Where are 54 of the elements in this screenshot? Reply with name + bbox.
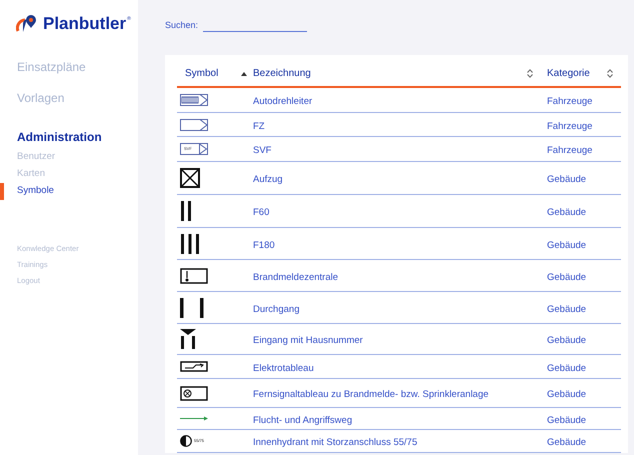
- table-cell: Eingang mit Hausnummer: [253, 335, 363, 346]
- table-cell: SVF: [253, 145, 272, 156]
- search-label: Suchen:: [165, 18, 198, 32]
- logo-icon: [16, 14, 38, 33]
- nav-subitem[interactable]: Benutzer: [4, 150, 56, 165]
- wall-icon: [180, 201, 192, 221]
- ladder-vehicle-icon: [180, 94, 208, 106]
- table-cell: Elektrotableau: [253, 362, 314, 374]
- table-cell: Gebäude: [547, 174, 586, 185]
- table-cell: Gebäude: [547, 272, 586, 282]
- arrow-icon: [180, 416, 208, 421]
- table-cell: Gebäude: [547, 240, 586, 250]
- sort-ascending-icon[interactable]: [241, 72, 247, 76]
- wall-icon: [180, 234, 200, 254]
- sort-icon[interactable]: [527, 69, 533, 78]
- table-cell: Gebäude: [547, 304, 586, 314]
- table-cell: FZ: [253, 120, 265, 132]
- table-cell: Gebäude: [547, 335, 586, 346]
- entrance-icon: [180, 329, 196, 349]
- nav-item[interactable]: Administration: [0, 130, 138, 145]
- signal-panel-icon: [180, 386, 208, 400]
- active-indicator: [0, 183, 4, 200]
- table-cell: Fahrzeuge: [547, 120, 592, 132]
- nav-subitem[interactable]: Karten: [4, 167, 45, 182]
- electric-panel-icon: [180, 361, 208, 372]
- table-cell: Fahrzeuge: [547, 96, 592, 107]
- table-cell: Gebäude: [547, 207, 586, 218]
- table-cell: Gebäude: [547, 362, 586, 374]
- column-header[interactable]: Symbol: [185, 66, 218, 81]
- logo-text: Planbutler: [43, 15, 126, 32]
- hydrant-icon: [180, 435, 192, 447]
- table-cell: Aufzug: [253, 174, 283, 185]
- table-cell: Fernsignaltableau zu Brandmelde- bzw. Sprinkleranlage: [253, 389, 489, 400]
- table-cell: Flucht- und Angriffsweg: [253, 414, 352, 426]
- elevator-icon: [180, 168, 200, 188]
- vehicle-icon: [180, 118, 208, 130]
- table-cell: Durchgang: [253, 304, 300, 314]
- column-header[interactable]: Bezeichnung: [253, 66, 311, 81]
- column-header[interactable]: Kategorie: [547, 66, 590, 81]
- nav-item[interactable]: Vorlagen: [0, 91, 138, 106]
- table-cell: Fahrzeuge: [547, 145, 592, 156]
- sort-icon[interactable]: [607, 69, 613, 78]
- table-cell: Gebäude: [547, 437, 586, 448]
- table-cell: F60: [253, 207, 270, 218]
- passage-icon: [180, 298, 204, 318]
- table-cell: Innenhydrant mit Storzanschluss 55/75: [253, 437, 418, 448]
- nav-item[interactable]: Einsatzpläne: [0, 60, 138, 75]
- nav-subitem[interactable]: Symbole: [4, 184, 54, 199]
- table-cell: F180: [253, 240, 275, 250]
- table-cell: Gebäude: [547, 389, 586, 400]
- panel-icon: [180, 268, 208, 284]
- table-cell: Autodrehleiter: [253, 96, 312, 107]
- table-cell: Brandmeldezentrale: [253, 272, 338, 282]
- table-cell: Gebäude: [547, 414, 586, 426]
